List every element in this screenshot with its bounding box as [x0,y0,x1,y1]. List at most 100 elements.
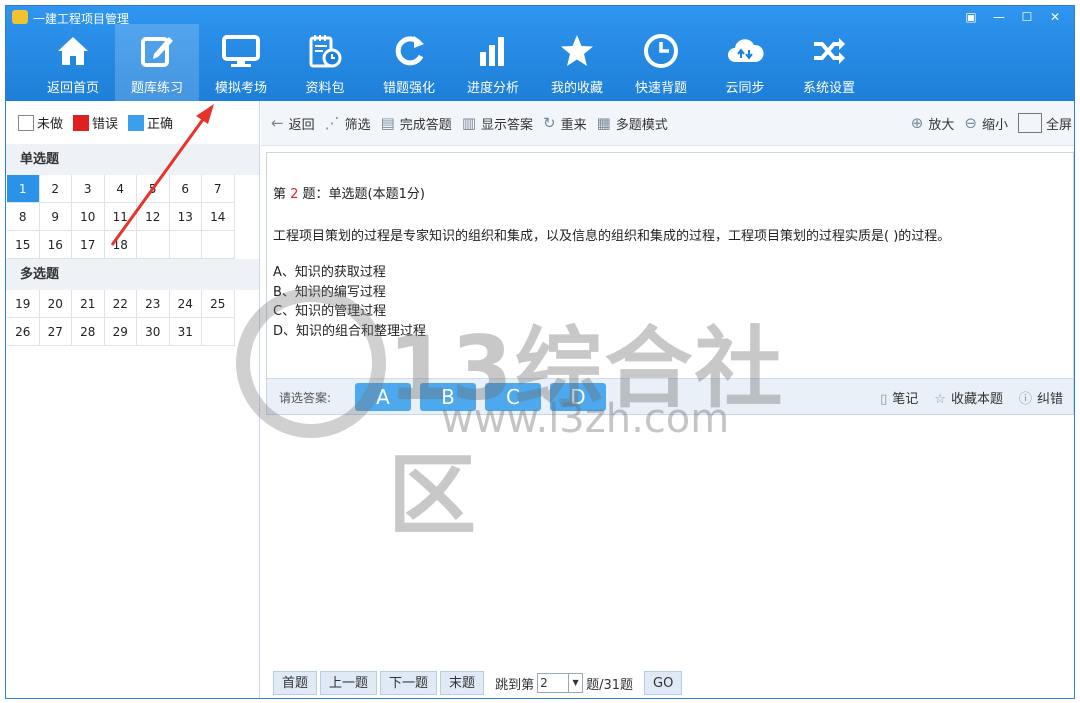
show-answer-button[interactable]: ▥ 显示答案 [462,114,533,133]
option-d: D、知识的组合和整理过程 [273,323,427,339]
question-cell[interactable]: 31 [169,318,202,346]
action-label: 返回 [288,117,315,133]
question-cell[interactable]: 28 [72,318,105,346]
question-cell[interactable]: 2 [39,175,72,203]
action-label: 完成答题 [399,117,452,133]
back-button[interactable]: ← 返回 [271,114,315,133]
star-icon [561,35,593,66]
action-label: 筛选 [344,117,371,133]
question-cell[interactable]: 12 [137,203,170,231]
zoom-out-button[interactable]: ⊖ 缩小 [964,114,1008,133]
zoom-in-button[interactable]: ⊕ 放大 [911,114,955,133]
question-grid-single: 1 2 3 4 5 6 7 8 9 10 11 12 13 14 15 16 17 18 [6,175,259,259]
finish-button[interactable]: ▤ 完成答题 [381,114,452,133]
question-cell[interactable]: 25 [202,290,235,318]
action-label: 显示答案 [481,117,534,133]
question-cell[interactable]: 13 [169,203,202,231]
minimize-button[interactable]: — [986,8,1012,26]
answer-d-button[interactable]: D [550,383,606,411]
first-question-button[interactable]: 首题 [273,671,318,695]
question-cell[interactable]: 20 [39,290,72,318]
question-cell[interactable]: 10 [72,203,105,231]
answer-c-button[interactable]: C [485,383,541,411]
toolbar-mock-exam[interactable]: 模拟考场 [199,24,283,101]
question-cell[interactable]: 23 [137,290,170,318]
toolbar-error-review[interactable]: 错题强化 [367,24,451,101]
arrow-left-icon: ← [271,114,284,132]
question-cell[interactable]: 5 [137,175,170,203]
answer-tools: ▯ 笔记 ☆ 收藏本题 ⓘ 纠错 [880,388,1063,407]
filter-icon: ⋰ [324,114,340,132]
last-question-button[interactable]: 末题 [440,671,485,695]
toolbar-cloud-sync[interactable]: 云同步 [703,24,787,101]
question-cell[interactable]: 29 [104,318,137,346]
toolbar-practice[interactable]: 题库练习 [115,24,199,101]
status-legend: 未做 错误 正确 [6,101,259,144]
view-controls: ⊕ 放大 ⊖ 缩小 全屏 [901,113,1074,133]
action-label: 放大 [928,117,955,133]
question-cell[interactable]: 8 [7,203,40,231]
action-label: 重来 [560,117,587,133]
restart-button[interactable]: ↻ 重来 [543,114,587,133]
question-card: 第 2 题：单选题(本题1分) 工程项目策划的过程是专家知识的组织和集成，以及信… [266,152,1074,415]
question-cell[interactable]: 21 [72,290,105,318]
legend-label: 错误 [92,117,119,132]
question-cell[interactable]: 6 [169,175,202,203]
question-cell[interactable]: 3 [72,175,105,203]
question-header: 第 2 题：单选题(本题1分) [273,183,425,202]
question-cell[interactable]: 1 [7,175,40,203]
answer-a-button[interactable]: A [355,383,411,411]
jump-label: 跳到第 [495,677,535,693]
fullscreen-button[interactable]: 全屏 [1017,113,1072,133]
question-cell[interactable]: 16 [39,231,72,259]
question-grid-multi: 19 20 21 22 23 24 25 26 27 28 29 30 31 [6,290,259,346]
question-cell[interactable]: 22 [104,290,137,318]
legend-label: 未做 [37,117,64,132]
question-cell[interactable]: 11 [104,203,137,231]
question-cell[interactable]: 17 [72,231,105,259]
question-cell[interactable]: 7 [202,175,235,203]
question-cell[interactable]: 27 [39,318,72,346]
notebook-clock-icon [309,35,342,68]
prev-question-button[interactable]: 上一题 [320,671,378,695]
question-cell[interactable]: 14 [202,203,235,231]
pagination: 首题 上一题 下一题 末题 跳到第 2 ▼ 题/31题 GO [273,671,683,695]
empty-cell [169,231,202,259]
jump-select[interactable]: 2 ▼ [537,673,584,693]
toolbar-settings[interactable]: 系统设置 [787,24,871,101]
toolbar-label: 进度分析 [466,81,519,96]
filter-button[interactable]: ⋰ 筛选 [325,114,371,133]
question-cell[interactable]: 19 [7,290,40,318]
question-cell[interactable]: 9 [39,203,72,231]
monitor-icon [222,35,260,67]
question-cell[interactable]: 18 [104,231,137,259]
answer-label: 请选答案: [279,391,332,405]
toolbar-favorites[interactable]: 我的收藏 [535,24,619,101]
toolbar-quick-recite[interactable]: 快速背题 [619,24,703,101]
question-cell[interactable]: 4 [104,175,137,203]
question-cell[interactable]: 24 [169,290,202,318]
toolbar-home[interactable]: 返回首页 [31,24,115,101]
question-cell[interactable]: 30 [137,318,170,346]
note-label: 笔记 [892,392,919,407]
answer-bar: 请选答案: A B C D ▯ 笔记 ☆ 收藏本题 ⓘ 纠错 [267,378,1073,414]
option-c: C、知识的管理过程 [273,304,387,319]
note-button[interactable]: ▯ 笔记 [880,388,918,407]
toolbar-progress[interactable]: 进度分析 [451,24,535,101]
report-error-button[interactable]: ⓘ 纠错 [1019,388,1063,407]
multi-mode-button[interactable]: ▦ 多题模式 [597,114,668,133]
toolbar-label: 快速背题 [634,81,687,96]
maximize-button[interactable]: ☐ [1014,8,1040,26]
answer-b-button[interactable]: B [420,383,476,411]
question-nav-panel: 未做 错误 正确 单选题 1 2 3 4 5 6 7 8 9 10 11 12 13 14 15 16 17 18… [6,101,260,698]
close-button[interactable]: ✕ [1042,8,1068,26]
favorite-button[interactable]: ☆ 收藏本题 [934,388,1003,407]
toolbar-label: 资料包 [305,81,345,96]
go-button[interactable]: GO [644,671,683,695]
toolbar-materials[interactable]: 资料包 [283,24,367,101]
restore-window-button[interactable]: ▣ [958,8,984,26]
question-cell[interactable]: 26 [7,318,40,346]
next-question-button[interactable]: 下一题 [380,671,438,695]
option-a: A、知识的获取过程 [273,265,386,280]
question-cell[interactable]: 15 [7,231,40,259]
